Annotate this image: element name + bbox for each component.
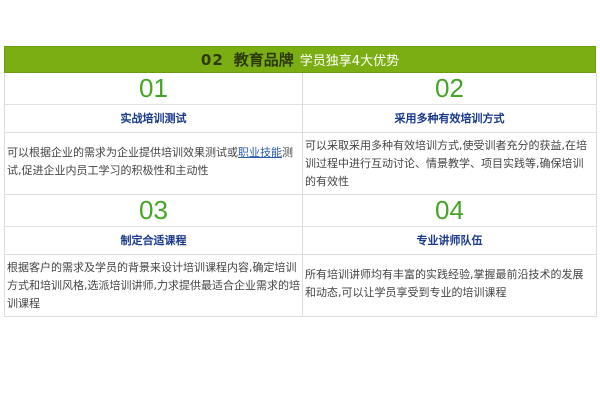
- advantage-head-4: 04 专业讲师队伍: [303, 195, 597, 255]
- advantage-head-1: 01 实战培训测试: [5, 73, 303, 133]
- advantage-label: 制定合适课程: [120, 234, 187, 247]
- advantage-text: 可以根据企业的需求为企业提供培训效果测试或职业技能测试,促进企业内员工学习的积极…: [5, 133, 302, 190]
- section-banner: 02 教育品牌 学员独享4大优势: [4, 46, 596, 73]
- banner-number: 02: [200, 50, 224, 69]
- advantages-grid: 01 实战培训测试 02 采用多种有效培训方式 可以根据企业的需求为企业提供培训…: [4, 73, 597, 317]
- advantages-section: 02 教育品牌 学员独享4大优势 01 实战培训测试 02 采用多种有效培训方式…: [4, 46, 597, 317]
- advantage-number: 01: [5, 73, 302, 105]
- advantage-label: 采用多种有效培训方式: [394, 112, 505, 125]
- advantage-body-3: 根据客户的需求及学员的背景来设计培训课程内容,确定培训方式和培训风格,选派培训讲…: [5, 255, 303, 317]
- advantage-number: 02: [303, 73, 596, 105]
- advantage-number: 03: [5, 195, 302, 227]
- banner-title: 教育品牌: [233, 51, 294, 69]
- advantage-text: 根据客户的需求及学员的背景来设计培训课程内容,确定培训方式和培训风格,选派培训讲…: [7, 261, 300, 310]
- advantage-label: 专业讲师队伍: [416, 234, 483, 247]
- banner-subtitle: 学员独享4大优势: [299, 54, 400, 69]
- advantage-number: 04: [303, 195, 596, 227]
- advantage-text: 所有培训讲师均有丰富的实践经验,掌握最前沿技术的发展和动态,可以让学员享受到专业…: [305, 267, 584, 299]
- advantage-body-2: 可以采取采用多种有效培训方式,使受训者充分的获益,在培训过程中进行互动讨论、情景…: [303, 133, 597, 195]
- advantage-text-start: 可以根据企业的需求为企业提供培训效果测试或: [7, 145, 238, 159]
- advantage-text: 可以采取采用多种有效培训方式,使受训者充分的获益,在培训过程中进行互动讨论、情景…: [305, 139, 587, 188]
- advantage-head-3: 03 制定合适课程: [5, 195, 303, 255]
- advantage-body-4: 所有培训讲师均有丰富的实践经验,掌握最前沿技术的发展和动态,可以让学员享受到专业…: [303, 255, 597, 317]
- career-skills-link[interactable]: 职业技能: [238, 146, 282, 159]
- advantage-label: 实战培训测试: [120, 112, 187, 125]
- advantage-body-1: 可以根据企业的需求为企业提供培训效果测试或职业技能测试,促进企业内员工学习的积极…: [5, 133, 303, 195]
- advantage-head-2: 02 采用多种有效培训方式: [303, 73, 597, 133]
